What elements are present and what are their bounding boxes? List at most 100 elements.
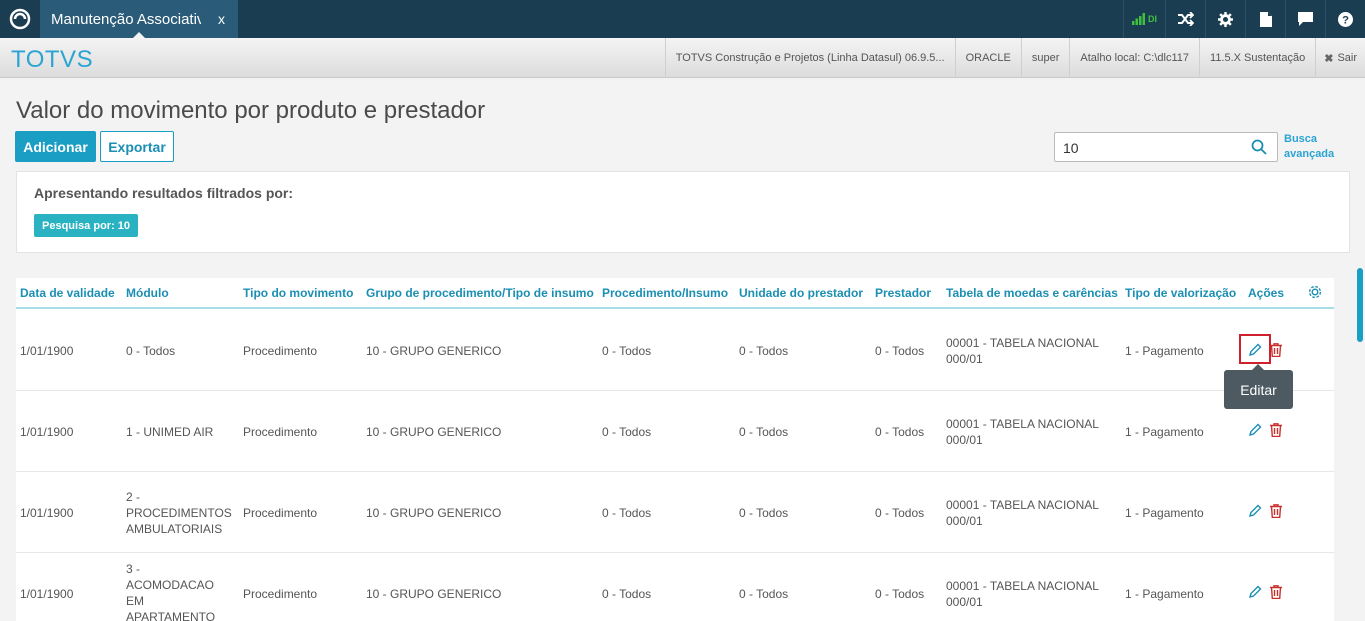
cell-modulo: 3 - ACOMODACAO EM APARTAMENTO (126, 561, 215, 621)
header-prestador[interactable]: Prestador (875, 286, 931, 300)
cell-tabela: 00001 - TABELA NACIONAL 000/01 (946, 578, 1099, 610)
cell-modulo: 1 - UNIMED AIR (126, 425, 214, 439)
totvs-logo-icon[interactable] (0, 0, 40, 38)
header-data-validade[interactable]: Data de validade (20, 286, 115, 300)
header-tabela-moedas[interactable]: Tabela de moedas e carências (946, 286, 1118, 300)
cell-valorizacao: 1 - Pagamento (1125, 587, 1204, 601)
svg-text:?: ? (1342, 14, 1349, 26)
tab-manutencao[interactable]: Manutenção Associativa x (40, 0, 238, 39)
signal-icon[interactable]: DI (1123, 0, 1165, 38)
cell-valorizacao: 1 - Pagamento (1125, 425, 1204, 439)
cell-tabela: 00001 - TABELA NACIONAL 000/01 (946, 497, 1099, 529)
top-bar: Manutenção Associativa x DI ? (0, 0, 1365, 39)
cell-prestador: 0 - Todos (875, 425, 925, 439)
cell-tabela-line2: 000/01 (946, 514, 983, 528)
product-info: TOTVS Construção e Projetos (Linha Datas… (664, 38, 955, 78)
cell-tabela-line2: 000/01 (946, 433, 983, 447)
cell-tipo-movimento: Procedimento (243, 506, 318, 520)
table-row[interactable]: 1/01/1900 0 - Todos Procedimento 10 - GR… (16, 310, 1334, 391)
help-icon[interactable]: ? (1325, 0, 1365, 38)
tab-close-icon[interactable]: x (218, 11, 225, 27)
cell-tabela: 00001 - TABELA NACIONAL 000/01 (946, 416, 1099, 448)
cell-data-validade: 1/01/1900 (20, 587, 74, 601)
logout-button[interactable]: ✖ Sair (1315, 38, 1365, 78)
brand-logo[interactable]: TOTVS (11, 46, 93, 74)
search-icon[interactable] (1251, 139, 1267, 160)
shuffle-icon[interactable] (1165, 0, 1205, 38)
header-procedimento-insumo[interactable]: Procedimento/Insumo (602, 286, 728, 300)
filter-title: Apresentando resultados filtrados por: (34, 185, 294, 201)
cell-tabela: 00001 - TABELA NACIONAL 000/01 (946, 335, 1099, 367)
cell-modulo: 0 - Todos (126, 344, 176, 358)
edit-tooltip: Editar (1224, 364, 1293, 409)
cell-data-validade: 1/01/1900 (20, 344, 74, 358)
header-modulo[interactable]: Módulo (126, 286, 169, 300)
header-unidade-prestador[interactable]: Unidade do prestador (739, 286, 863, 300)
cell-tipo-movimento: Procedimento (243, 587, 318, 601)
add-button[interactable]: Adicionar (15, 131, 96, 162)
tab-label: Manutenção Associativa (51, 10, 201, 28)
shortcut-info: Atalho local: C:\dlc117 (1069, 38, 1199, 78)
cell-valorizacao: 1 - Pagamento (1125, 506, 1204, 520)
gear-icon[interactable] (1205, 0, 1245, 38)
cell-procedimento: 0 - Todos (602, 425, 652, 439)
cell-unidade: 0 - Todos (739, 344, 789, 358)
close-icon: ✖ (1324, 52, 1334, 65)
chat-icon[interactable] (1285, 0, 1325, 38)
cell-modulo-line1: 3 - (126, 562, 141, 576)
cell-grupo: 10 - GRUPO GENERICO (366, 425, 502, 439)
edit-pencil-icon[interactable] (1248, 423, 1264, 439)
header-tipo-valorizacao[interactable]: Tipo de valorização (1125, 286, 1236, 300)
edit-highlight-box (1239, 334, 1271, 364)
cell-tipo-movimento: Procedimento (243, 425, 318, 439)
advanced-search-link[interactable]: Busca avançada (1284, 132, 1334, 162)
cell-modulo-line3: EM (126, 594, 144, 608)
table-row[interactable]: 1/01/1900 3 - ACOMODACAO EM APARTAMENTO … (16, 553, 1334, 621)
cell-modulo-line3: AMBULATORIAIS (126, 522, 223, 536)
cell-modulo-line2: ACOMODACAO (126, 578, 215, 592)
delete-trash-icon[interactable] (1270, 343, 1286, 359)
header-grupo-procedimento[interactable]: Grupo de procedimento/Tipo de insumo (366, 286, 594, 300)
database-info: ORACLE (954, 38, 1021, 78)
table-row[interactable]: 1/01/1900 2 - PROCEDIMENTOS AMBULATORIAI… (16, 472, 1334, 553)
delete-trash-icon[interactable] (1270, 423, 1286, 439)
cell-modulo: 2 - PROCEDIMENTOS AMBULATORIAIS (126, 489, 232, 537)
signal-text: DI (1148, 14, 1157, 24)
table-row[interactable]: 1/01/1900 1 - UNIMED AIR Procedimento 10… (16, 391, 1334, 472)
export-button[interactable]: Exportar (100, 131, 174, 162)
version-info: 11.5.X Sustentação (1199, 38, 1315, 78)
cell-unidade: 0 - Todos (739, 506, 789, 520)
search-input[interactable] (1063, 138, 1243, 158)
edit-pencil-icon[interactable] (1248, 585, 1264, 601)
header-acoes: Ações (1248, 286, 1285, 300)
cell-tabela-line2: 000/01 (946, 595, 983, 609)
page-title: Valor do movimento por produto e prestad… (16, 97, 486, 124)
cell-procedimento: 0 - Todos (602, 587, 652, 601)
cell-prestador: 0 - Todos (875, 506, 925, 520)
cell-data-validade: 1/01/1900 (20, 506, 74, 520)
cell-procedimento: 0 - Todos (602, 506, 652, 520)
scrollbar-thumb[interactable] (1357, 268, 1363, 342)
user-info: super (1020, 38, 1070, 78)
cell-modulo-line1: 2 - (126, 490, 141, 504)
table-header: Data de validade Módulo Tipo do moviment… (16, 278, 1334, 309)
cell-grupo: 10 - GRUPO GENERICO (366, 506, 502, 520)
filter-tag[interactable]: Pesquisa por: 10 (34, 214, 139, 237)
cell-unidade: 0 - Todos (739, 425, 789, 439)
cell-data-validade: 1/01/1900 (20, 425, 74, 439)
cell-grupo: 10 - GRUPO GENERICO (366, 344, 502, 358)
column-settings-gear-icon[interactable] (1308, 285, 1322, 302)
document-icon[interactable] (1245, 0, 1285, 38)
cell-grupo: 10 - GRUPO GENERICO (366, 587, 502, 601)
delete-trash-icon[interactable] (1270, 585, 1286, 601)
cell-modulo-line4: APARTAMENTO (126, 610, 216, 621)
cell-prestador: 0 - Todos (875, 344, 925, 358)
cell-tabela-line1: 00001 - TABELA NACIONAL (946, 336, 1099, 350)
header-tipo-movimento[interactable]: Tipo do movimento (243, 286, 353, 300)
advanced-search-line1: Busca (1284, 133, 1318, 145)
edit-pencil-icon[interactable] (1248, 504, 1264, 520)
cell-tabela-line1: 00001 - TABELA NACIONAL (946, 417, 1099, 431)
search-box (1054, 132, 1278, 162)
cell-tabela-line1: 00001 - TABELA NACIONAL (946, 498, 1099, 512)
delete-trash-icon[interactable] (1270, 504, 1286, 520)
